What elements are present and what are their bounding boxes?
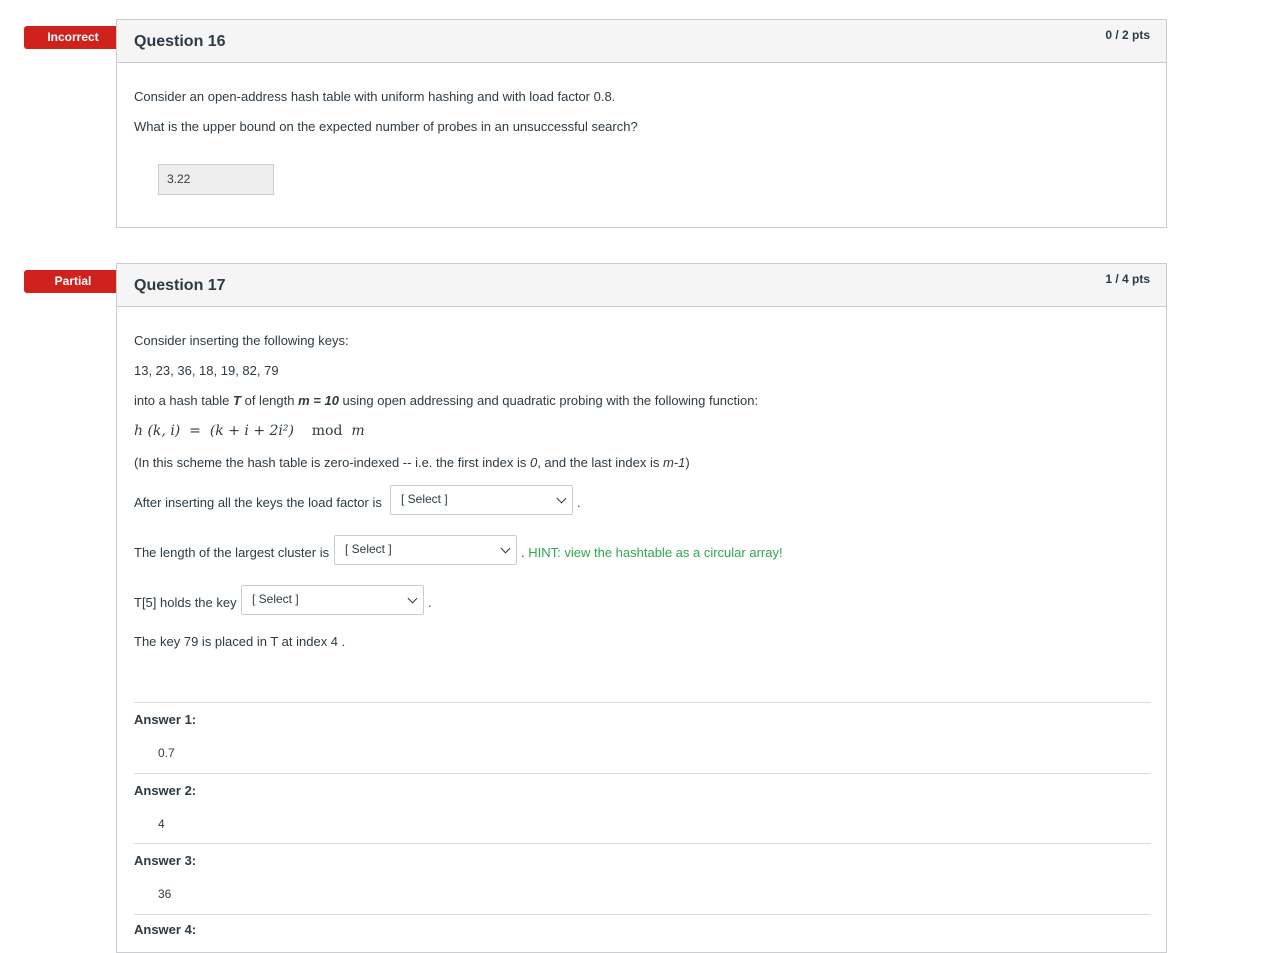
- cluster-select-value: [ Select ]: [345, 542, 392, 556]
- load-factor-period: .: [577, 495, 581, 510]
- formula-lhs: h (k, i): [134, 423, 181, 439]
- formula-eq: =: [189, 423, 201, 439]
- hash-formula: h (k, i) = (k + i + 2i²) mod m: [134, 423, 365, 439]
- question-16-points: 0 / 2 pts: [1105, 28, 1150, 42]
- answer-3-value: 36: [158, 887, 172, 901]
- divider: [134, 702, 1151, 703]
- incorrect-flag: Incorrect: [24, 26, 136, 49]
- formula-m: m: [351, 423, 365, 439]
- scheme-mid: , and the last index is: [537, 455, 663, 470]
- incorrect-flag-label: Incorrect: [47, 30, 99, 44]
- cluster-text: The length of the largest cluster is: [134, 545, 330, 560]
- table-desc-T: T: [233, 393, 241, 408]
- table-desc-post: using open addressing and quadratic prob…: [338, 393, 759, 408]
- key79-text: The key 79 is placed in T at index 4 .: [134, 634, 346, 649]
- scheme-pre: (In this scheme the hash table is zero-i…: [134, 455, 530, 470]
- partial-flag-label: Partial: [54, 274, 92, 288]
- question-17-header: Question 17 1 / 4 pts: [117, 264, 1166, 307]
- partial-flag: Partial: [24, 270, 136, 293]
- chevron-down-icon: [407, 593, 418, 604]
- t5-select[interactable]: [ Select ]: [241, 585, 424, 615]
- answer-2-label: Answer 2:: [134, 783, 197, 798]
- table-desc-m: m = 10: [298, 393, 339, 408]
- cluster-period: .: [521, 545, 525, 560]
- cluster-hint: . HINT: view the hashtable as a circular…: [521, 545, 783, 560]
- formula-rhs: (k + i + 2i²): [209, 423, 294, 439]
- question-16-text-1: Consider an open-address hash table with…: [134, 89, 616, 104]
- question-17-title: Question 17: [134, 277, 226, 294]
- scheme-post: ): [685, 455, 690, 470]
- question-16-answer-field[interactable]: 3.22: [158, 164, 274, 195]
- question-17-scheme: (In this scheme the hash table is zero-i…: [134, 455, 690, 470]
- load-factor-select-value: [ Select ]: [401, 492, 448, 506]
- load-factor-text: After inserting all the keys the load fa…: [134, 495, 382, 510]
- t5-period: .: [428, 595, 432, 610]
- answer-2-value: 4: [158, 817, 165, 831]
- table-desc-pre: into a hash table: [134, 393, 234, 408]
- chevron-down-icon: [500, 543, 511, 554]
- question-16-title: Question 16: [134, 33, 226, 50]
- answer-1-label: Answer 1:: [134, 712, 197, 727]
- answer-3-label: Answer 3:: [134, 853, 197, 868]
- question-16-box: Question 16 0 / 2 pts Consider an open-a…: [116, 19, 1167, 228]
- question-16-header: Question 16 0 / 2 pts: [117, 20, 1166, 63]
- load-factor-select[interactable]: [ Select ]: [390, 485, 573, 515]
- divider: [134, 914, 1151, 915]
- cluster-select[interactable]: [ Select ]: [334, 535, 517, 565]
- question-17-box: Question 17 1 / 4 pts Consider inserting…: [116, 263, 1167, 953]
- question-16-text-2: What is the upper bound on the expected …: [134, 119, 638, 134]
- formula-mod: mod: [311, 423, 343, 439]
- question-17-keys: 13, 23, 36, 18, 19, 82, 79: [134, 363, 279, 378]
- hint-text: HINT: view the hashtable as a circular a…: [528, 545, 783, 560]
- scheme-last: m-1: [662, 455, 686, 470]
- t5-select-value: [ Select ]: [252, 592, 299, 606]
- question-17-table-desc: into a hash table T of length m = 10 usi…: [134, 393, 758, 408]
- question-17-intro: Consider inserting the following keys:: [134, 333, 349, 348]
- answer-4-label: Answer 4:: [134, 922, 197, 937]
- answer-1-value: 0.7: [158, 746, 175, 760]
- divider: [134, 773, 1151, 774]
- table-desc-mid: of length: [240, 393, 299, 408]
- question-17-points: 1 / 4 pts: [1105, 272, 1150, 286]
- t5-text: T[5] holds the key: [134, 595, 237, 610]
- chevron-down-icon: [556, 493, 567, 504]
- divider: [134, 843, 1151, 844]
